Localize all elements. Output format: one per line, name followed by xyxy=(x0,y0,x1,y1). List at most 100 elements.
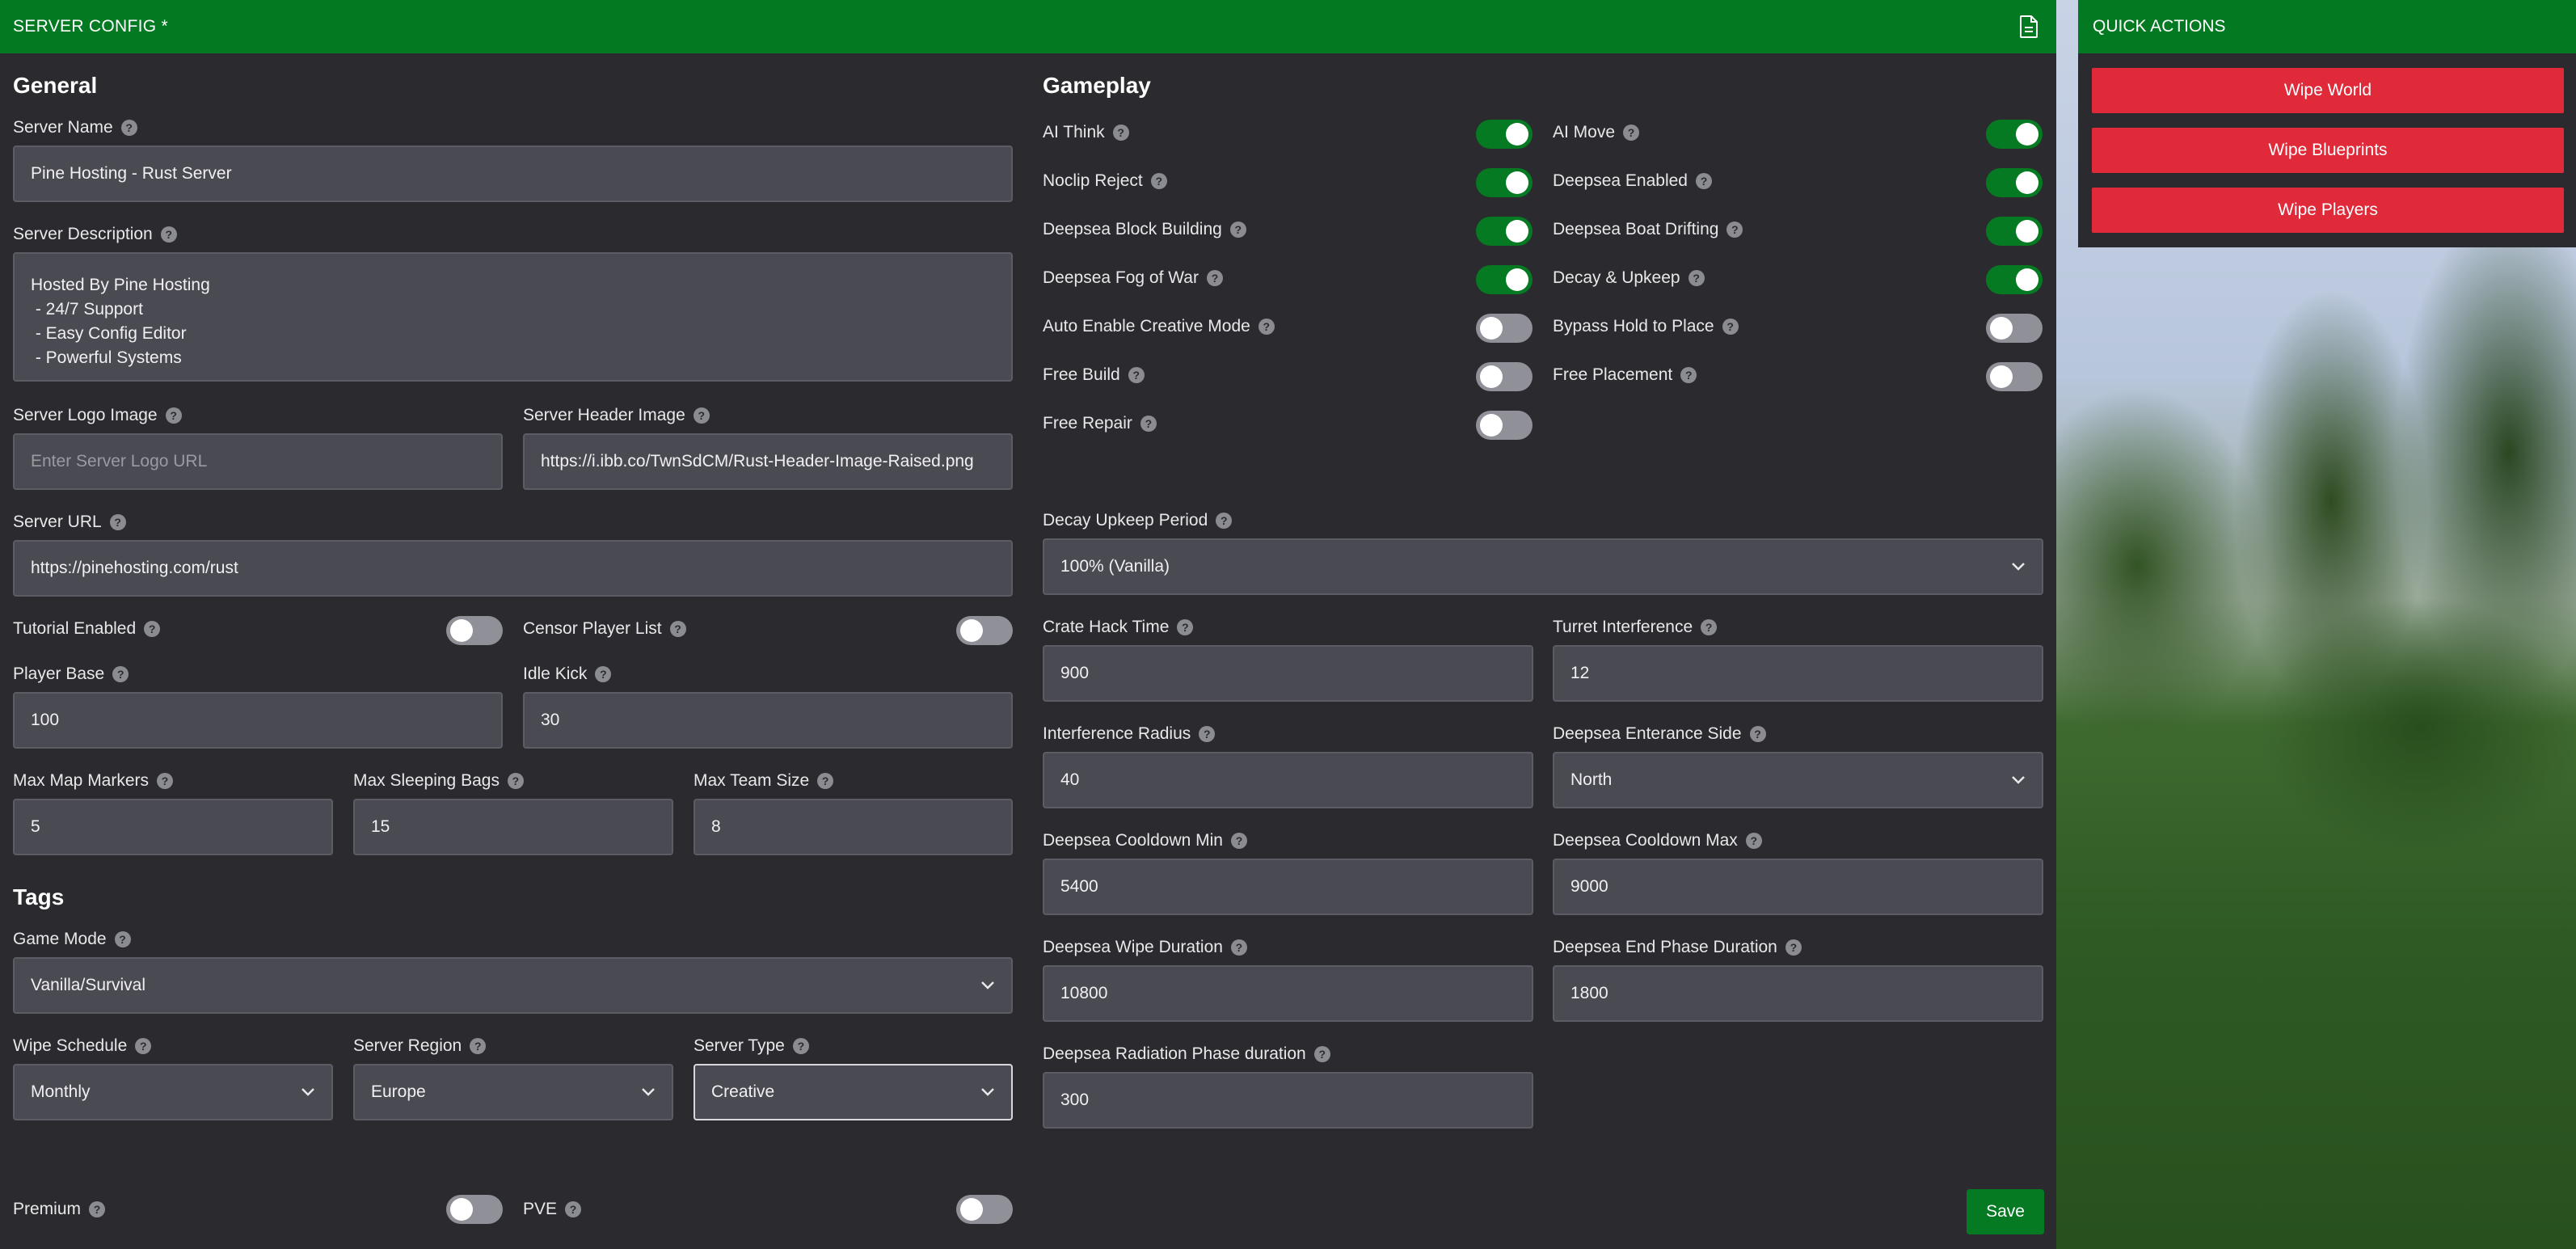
help-icon[interactable]: ? xyxy=(112,666,129,682)
help-icon[interactable]: ? xyxy=(1258,319,1275,335)
deepsea-enabled-toggle[interactable] xyxy=(1986,168,2043,197)
deepsea-block-building-toggle[interactable] xyxy=(1476,217,1533,246)
deepsea-end-phase-duration-label: Deepsea End Phase Duration? xyxy=(1553,938,1802,957)
turret-interference-input[interactable]: 12 xyxy=(1553,645,2043,702)
game-mode-select[interactable]: Vanilla/Survival xyxy=(13,957,1013,1014)
file-icon[interactable] xyxy=(2019,15,2038,38)
help-icon[interactable]: ? xyxy=(1701,619,1718,635)
decay-upkeep-toggle[interactable] xyxy=(1986,265,2043,294)
help-icon[interactable]: ? xyxy=(114,931,131,947)
wipe-players-button[interactable]: Wipe Players xyxy=(2092,188,2564,233)
free-repair-label: Free Repair? xyxy=(1043,414,1157,433)
help-icon[interactable]: ? xyxy=(165,407,182,424)
wipe-world-button[interactable]: Wipe World xyxy=(2092,68,2564,113)
ai-think-toggle[interactable] xyxy=(1476,120,1533,149)
free-placement-toggle[interactable] xyxy=(1986,362,2043,391)
deepsea-radiation-phase-duration-input[interactable]: 300 xyxy=(1043,1072,1533,1129)
server-logo-input[interactable]: Enter Server Logo URL xyxy=(13,433,503,490)
panel-header: SERVER CONFIG * xyxy=(0,0,2056,53)
help-icon[interactable]: ? xyxy=(1785,939,1802,956)
help-icon[interactable]: ? xyxy=(1216,513,1233,529)
help-icon[interactable]: ? xyxy=(817,773,834,789)
help-icon[interactable]: ? xyxy=(120,120,137,136)
help-icon[interactable]: ? xyxy=(1623,124,1640,141)
bypass-hold-to-place-toggle[interactable] xyxy=(1986,314,2043,343)
help-icon[interactable]: ? xyxy=(1688,270,1705,286)
help-icon[interactable]: ? xyxy=(1140,416,1157,432)
tutorial-enabled-toggle[interactable] xyxy=(446,616,503,645)
save-button[interactable]: Save xyxy=(1967,1189,2044,1234)
help-icon[interactable]: ? xyxy=(1229,222,1246,238)
help-icon[interactable]: ? xyxy=(1745,833,1762,849)
max-sleeping-bags-input[interactable]: 15 xyxy=(353,799,673,855)
idle-kick-input[interactable]: 30 xyxy=(523,692,1013,749)
pve-toggle[interactable] xyxy=(956,1195,1013,1224)
deepsea-entrance-side-select[interactable]: North xyxy=(1553,752,2043,808)
server-region-label: Server Region? xyxy=(353,1036,487,1056)
decay-upkeep-period-select[interactable]: 100% (Vanilla) xyxy=(1043,538,2043,595)
help-icon[interactable]: ? xyxy=(1230,833,1247,849)
help-icon[interactable]: ? xyxy=(1313,1046,1330,1062)
free-repair-toggle[interactable] xyxy=(1476,411,1533,440)
free-build-toggle[interactable] xyxy=(1476,362,1533,391)
wipe-schedule-select[interactable]: Monthly xyxy=(13,1064,333,1120)
deepsea-cooldown-max-input[interactable]: 9000 xyxy=(1553,859,2043,915)
help-icon[interactable]: ? xyxy=(693,407,710,424)
help-icon[interactable]: ? xyxy=(160,226,177,243)
help-icon[interactable]: ? xyxy=(1199,726,1216,742)
help-icon[interactable]: ? xyxy=(1230,939,1247,956)
help-icon[interactable]: ? xyxy=(595,666,612,682)
noclip-reject-toggle[interactable] xyxy=(1476,168,1533,197)
help-icon[interactable]: ? xyxy=(470,1038,487,1054)
help-icon[interactable]: ? xyxy=(1177,619,1194,635)
censor-player-list-toggle[interactable] xyxy=(956,616,1013,645)
player-base-input[interactable]: 100 xyxy=(13,692,503,749)
deepsea-fog-of-war-toggle[interactable] xyxy=(1476,265,1533,294)
server-header-label: Server Header Image? xyxy=(523,406,710,425)
ai-move-toggle[interactable] xyxy=(1986,120,2043,149)
help-icon[interactable]: ? xyxy=(565,1201,582,1217)
help-icon[interactable]: ? xyxy=(1749,726,1766,742)
help-icon[interactable]: ? xyxy=(1128,367,1145,383)
max-team-size-input[interactable]: 8 xyxy=(694,799,1013,855)
quick-actions-title: QUICK ACTIONS xyxy=(2078,0,2576,53)
chevron-down-icon xyxy=(642,1088,655,1096)
help-icon[interactable]: ? xyxy=(1150,173,1167,189)
help-icon[interactable]: ? xyxy=(507,773,524,789)
deepsea-cooldown-min-input[interactable]: 5400 xyxy=(1043,859,1533,915)
help-icon[interactable]: ? xyxy=(1726,222,1743,238)
premium-toggle[interactable] xyxy=(446,1195,503,1224)
help-icon[interactable]: ? xyxy=(1695,173,1712,189)
idle-kick-label: Idle Kick? xyxy=(523,665,612,684)
max-map-markers-input[interactable]: 5 xyxy=(13,799,333,855)
auto-enable-creative-mode-toggle[interactable] xyxy=(1476,314,1533,343)
help-icon[interactable]: ? xyxy=(792,1038,809,1054)
deepsea-boat-drifting-toggle[interactable] xyxy=(1986,217,2043,246)
server-description-textarea[interactable]: Hosted By Pine Hosting - 24/7 Support - … xyxy=(13,252,1013,382)
help-icon[interactable]: ? xyxy=(669,621,686,637)
server-region-select[interactable]: Europe xyxy=(353,1064,673,1120)
help-icon[interactable]: ? xyxy=(1206,270,1223,286)
chevron-down-icon xyxy=(981,981,994,989)
help-icon[interactable]: ? xyxy=(135,1038,152,1054)
help-icon[interactable]: ? xyxy=(1680,367,1697,383)
help-icon[interactable]: ? xyxy=(144,621,161,637)
player-base-label: Player Base? xyxy=(13,665,129,684)
server-name-input[interactable]: Pine Hosting - Rust Server xyxy=(13,146,1013,202)
server-header-input[interactable]: https://i.ibb.co/TwnSdCM/Rust-Header-Ima… xyxy=(523,433,1013,490)
help-icon[interactable]: ? xyxy=(109,514,126,530)
help-icon[interactable]: ? xyxy=(1112,124,1129,141)
section-title-gameplay: Gameplay xyxy=(1043,73,1151,98)
tutorial-enabled-label: Tutorial Enabled? xyxy=(13,619,161,639)
help-icon[interactable]: ? xyxy=(1722,319,1739,335)
interference-radius-input[interactable]: 40 xyxy=(1043,752,1533,808)
premium-label: Premium? xyxy=(13,1200,106,1219)
wipe-blueprints-button[interactable]: Wipe Blueprints xyxy=(2092,128,2564,173)
server-url-input[interactable]: https://pinehosting.com/rust xyxy=(13,540,1013,597)
server-type-select[interactable]: Creative xyxy=(694,1064,1013,1120)
deepsea-wipe-duration-input[interactable]: 10800 xyxy=(1043,965,1533,1022)
deepsea-end-phase-duration-input[interactable]: 1800 xyxy=(1553,965,2043,1022)
crate-hack-time-input[interactable]: 900 xyxy=(1043,645,1533,702)
help-icon[interactable]: ? xyxy=(157,773,174,789)
help-icon[interactable]: ? xyxy=(89,1201,106,1217)
